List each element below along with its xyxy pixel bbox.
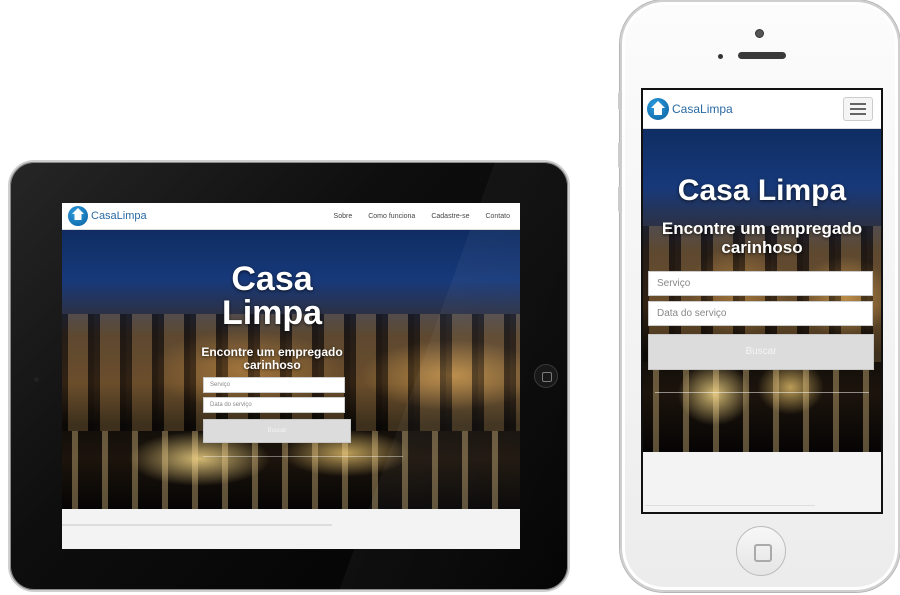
hero-subtitle: Encontre um empregado carinhoso [201,345,343,372]
phone-volume-down [618,186,622,212]
service-date-input[interactable]: Data do serviço [203,397,345,413]
service-input[interactable]: Serviço [203,377,345,393]
hero-section: Casa Limpa Encontre um empregado carinho… [643,129,881,452]
phone-device: CasaLimpa Casa Limpa Encontre um emprega… [618,0,900,592]
tablet-screen: CasaLimpa Sobre Como funciona Cadastre-s… [62,203,520,549]
scrollbar[interactable] [645,505,815,506]
service-input[interactable]: Serviço [648,271,873,296]
house-logo-icon [68,206,88,226]
phone-mute-switch [618,92,622,110]
tablet-device: CasaLimpa Sobre Como funciona Cadastre-s… [8,160,572,592]
phone-sensor [718,54,723,59]
hero-subtitle: Encontre um empregado carinhoso [661,219,863,257]
divider [203,456,403,457]
tablet-home-button[interactable] [534,364,558,388]
nav-item-contato[interactable]: Contato [485,213,510,220]
scrollbar[interactable] [62,524,332,526]
phone-screen: CasaLimpa Casa Limpa Encontre um emprega… [641,88,883,514]
hero-section: Casa Limpa Encontre um empregado carinho… [62,230,520,509]
phone-volume-up [618,142,622,168]
nav-item-cadastre-se[interactable]: Cadastre-se [431,213,469,220]
hero-background-reflection [643,361,881,452]
divider [655,392,869,393]
phone-camera [755,29,764,38]
brand-logo[interactable]: CasaLimpa [68,206,147,226]
house-logo-icon [647,98,669,120]
navbar: CasaLimpa Sobre Como funciona Cadastre-s… [62,203,520,230]
brand-logo[interactable]: CasaLimpa [647,98,733,120]
brand-name: CasaLimpa [672,102,733,116]
phone-speaker [738,52,786,59]
service-date-input[interactable]: Data do serviço [648,301,873,326]
hero-title: Casa Limpa [221,260,323,332]
nav-menu: Sobre Como funciona Cadastre-se Contato [334,213,510,220]
brand-name: CasaLimpa [91,210,147,222]
navbar: CasaLimpa [643,90,881,129]
phone-home-button[interactable] [736,526,786,576]
hamburger-menu-icon[interactable] [843,97,873,121]
nav-item-sobre[interactable]: Sobre [334,213,353,220]
tablet-camera [34,377,39,382]
search-button[interactable]: Buscar [203,419,351,443]
hero-title: Casa Limpa [677,174,847,207]
search-button[interactable]: Buscar [648,334,874,370]
nav-item-como-funciona[interactable]: Como funciona [368,213,415,220]
